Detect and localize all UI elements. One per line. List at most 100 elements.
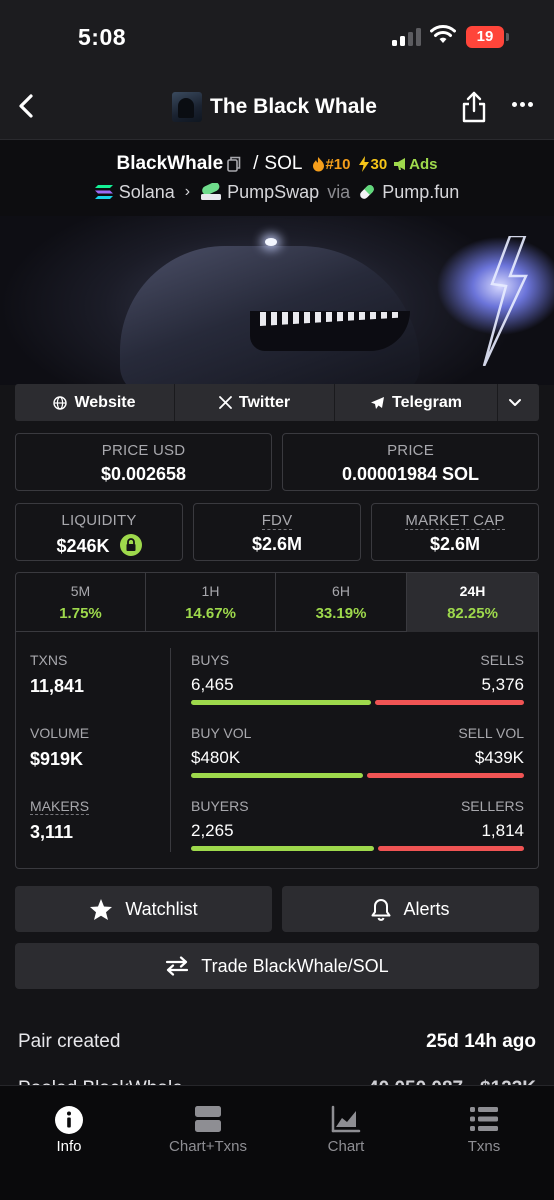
- star-icon: [90, 898, 113, 920]
- pair-quote-symbol: SOL: [264, 153, 303, 174]
- price-usd-value: $0.002658: [100, 464, 187, 484]
- sell-vol-value: $439K: [474, 748, 524, 767]
- via-label: via: [327, 181, 351, 202]
- price-usd-box: PRICE USD $0.002658: [15, 433, 272, 491]
- sell-vol-label: SELL VOL: [458, 725, 524, 741]
- buys-label: BUYS: [191, 652, 230, 668]
- tab-1h[interactable]: 1H 14.67%: [146, 573, 276, 632]
- status-time: 5:08: [78, 24, 127, 50]
- txns-value: 11,841: [30, 676, 85, 696]
- pair-base-symbol: BlackWhale: [116, 153, 224, 174]
- rank-value: #10: [325, 155, 351, 173]
- makers-label: MAKERS: [30, 798, 90, 815]
- ads-label: Ads: [409, 155, 438, 173]
- watchlist-label: Watchlist: [125, 898, 198, 919]
- boost-count[interactable]: 30: [358, 156, 387, 173]
- chevron-down-icon: [509, 399, 521, 406]
- tab-5m[interactable]: 5M 1.75%: [16, 573, 146, 632]
- battery-level: 19: [476, 28, 494, 45]
- area-chart-icon: [331, 1105, 361, 1133]
- website-link[interactable]: Website: [15, 384, 175, 421]
- market-cap-label: MARKET CAP: [405, 512, 505, 530]
- token-banner-image: [0, 216, 554, 385]
- more-options-icon[interactable]: [512, 102, 534, 108]
- launchpad-name[interactable]: Pump.fun: [382, 182, 459, 203]
- lock-icon[interactable]: [119, 534, 142, 556]
- token-logo: [172, 92, 202, 122]
- buys-value: 6,465: [191, 675, 234, 694]
- watchlist-button[interactable]: Watchlist: [15, 886, 272, 932]
- tab-chart-label: Chart: [327, 1138, 365, 1155]
- liquidity-box: LIQUIDITY $246K: [15, 503, 183, 561]
- sellers-bar: [378, 846, 524, 851]
- tab-label: 6H: [332, 583, 350, 599]
- sells-bar: [375, 700, 524, 705]
- tab-chart-txns[interactable]: Chart+Txns: [150, 1086, 266, 1200]
- buy-vol-label: BUY VOL: [191, 725, 252, 741]
- tab-change: 82.25%: [447, 605, 498, 622]
- ads-badge[interactable]: Ads: [393, 155, 438, 173]
- dex-name[interactable]: PumpSwap: [227, 182, 319, 203]
- chain-name[interactable]: Solana: [119, 182, 175, 203]
- twitter-link[interactable]: Twitter: [175, 384, 335, 421]
- social-links: Website Twitter Telegram: [15, 384, 539, 421]
- market-cap-box: MARKET CAP $2.6M: [371, 503, 539, 561]
- trading-activity-panel: 5M 1.75% 1H 14.67% 6H 33.19% 24H 82.25% …: [15, 572, 539, 869]
- status-bar: 5:08 19: [0, 0, 554, 74]
- page-title: The Black Whale: [210, 95, 377, 118]
- solana-icon: [94, 185, 113, 199]
- tab-txns-label: Txns: [467, 1138, 501, 1155]
- tab-change: 1.75%: [59, 605, 102, 622]
- sells-value: 5,376: [481, 675, 524, 694]
- tab-change: 33.19%: [315, 605, 367, 622]
- price-native-box: PRICE 0.00001984 SOL: [282, 433, 539, 491]
- tab-info[interactable]: Info: [18, 1086, 120, 1200]
- more-links-button[interactable]: [498, 384, 539, 421]
- buy-vol-bar: [191, 773, 363, 778]
- bell-icon: [371, 898, 391, 921]
- token-title: The Black Whale: [172, 91, 377, 123]
- back-icon[interactable]: [14, 92, 40, 120]
- pumpswap-icon: [201, 183, 222, 200]
- pair-created-label: Pair created: [18, 1031, 121, 1052]
- copy-icon[interactable]: [227, 156, 241, 172]
- buys-bar: [191, 700, 371, 705]
- tab-chart[interactable]: Chart: [300, 1086, 392, 1200]
- tab-info-label: Info: [56, 1138, 82, 1155]
- volume-value: $919K: [30, 749, 84, 769]
- info-icon: [55, 1106, 83, 1134]
- price-native-value: 0.00001984 SOL: [341, 464, 480, 484]
- trade-label: Trade BlackWhale/SOL: [201, 955, 389, 976]
- share-icon[interactable]: [461, 91, 487, 123]
- telegram-link[interactable]: Telegram: [335, 384, 498, 421]
- split-view-icon: [195, 1106, 221, 1132]
- trending-rank[interactable]: #10: [312, 156, 350, 173]
- wifi-icon: [430, 25, 456, 43]
- tab-24h[interactable]: 24H 82.25%: [407, 573, 538, 632]
- tab-txns[interactable]: Txns: [440, 1086, 528, 1200]
- fdv-label: FDV: [261, 512, 293, 530]
- telegram-icon: [371, 396, 385, 409]
- battery-icon: 19: [466, 26, 509, 48]
- pair-created-row: Pair created 25d 14h ago: [18, 1031, 536, 1057]
- alerts-button[interactable]: Alerts: [282, 886, 539, 932]
- sell-vol-bar: [367, 773, 524, 778]
- sells-label: SELLS: [480, 652, 524, 668]
- buyers-label: BUYERS: [191, 798, 249, 814]
- cellular-signal-icon: [392, 28, 422, 46]
- tab-label: 24H: [459, 583, 486, 599]
- trade-button[interactable]: Trade BlackWhale/SOL: [15, 943, 539, 989]
- liquidity-label: LIQUIDITY: [61, 512, 137, 529]
- panel-divider: [170, 648, 171, 852]
- tab-6h[interactable]: 6H 33.19%: [276, 573, 407, 632]
- txns-label: TXNS: [30, 652, 68, 668]
- list-icon: [470, 1107, 498, 1131]
- sellers-value: 1,814: [481, 821, 524, 840]
- timeframe-tabs: 5M 1.75% 1H 14.67% 6H 33.19% 24H 82.25%: [16, 573, 538, 632]
- lightning-icon: [359, 156, 370, 172]
- pair-separator: /: [253, 153, 259, 174]
- price-usd-label: PRICE USD: [101, 442, 186, 459]
- pair-source-row: Solana › PumpSwap via Pump.fun: [0, 180, 554, 204]
- x-logo-icon: [218, 396, 232, 409]
- swap-arrows-icon: [166, 956, 189, 976]
